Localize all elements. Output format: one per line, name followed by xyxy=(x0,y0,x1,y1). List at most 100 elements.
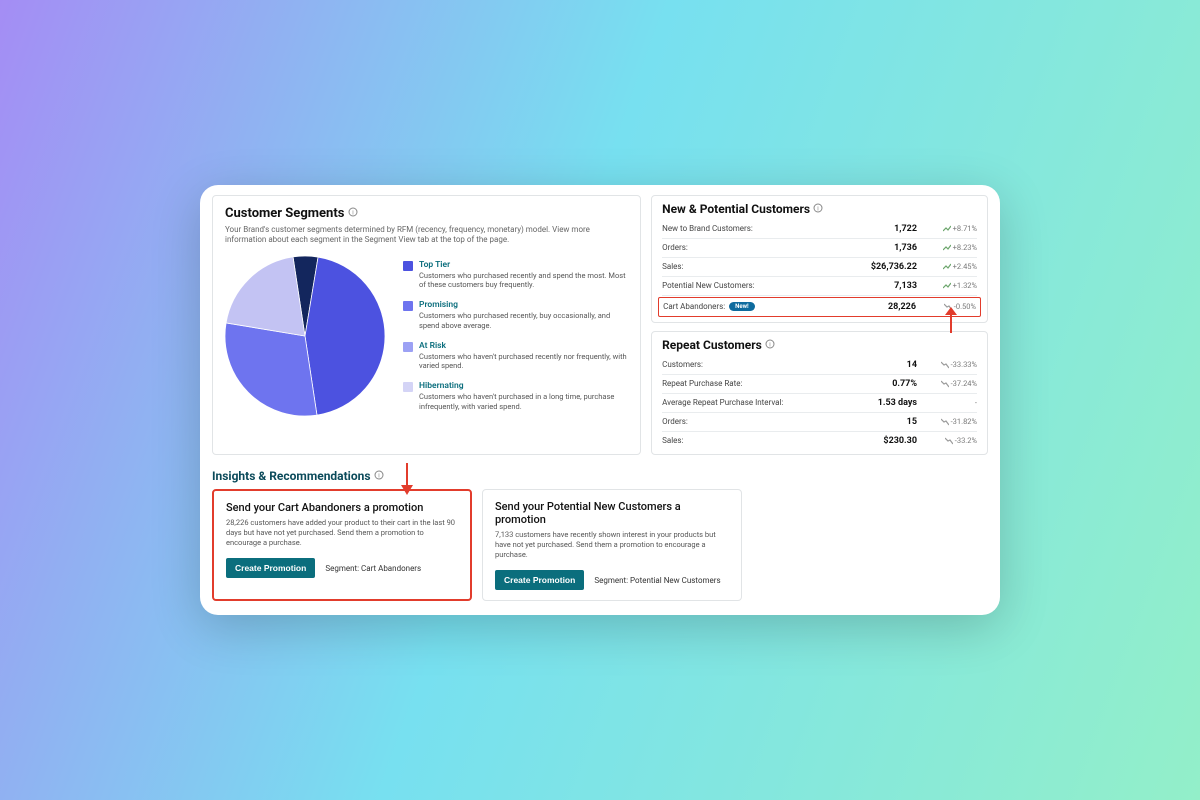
stat-delta-text: -0.50% xyxy=(954,302,976,311)
legend-swatch xyxy=(403,261,413,271)
stat-label: Sales: xyxy=(662,436,683,445)
stat-delta: +8.71% xyxy=(931,224,977,233)
stat-row: Orders: 15 -31.82% xyxy=(662,413,977,432)
insight-card: Send your Cart Abandoners a promotion 28… xyxy=(212,489,472,601)
stat-row: Average Repeat Purchase Interval: 1.53 d… xyxy=(662,394,977,413)
segment-link[interactable]: Segment: Potential New Customers xyxy=(594,576,720,585)
new-customers-card: New & Potential Customers i New to Brand… xyxy=(651,195,988,323)
stat-delta-text: -33.2% xyxy=(955,436,977,445)
stat-delta: +1.32% xyxy=(931,281,977,290)
segments-pie-chart xyxy=(225,256,385,416)
insight-title: Send your Cart Abandoners a promotion xyxy=(226,501,458,514)
stat-row: Orders: 1,736 +8.23% xyxy=(662,239,977,258)
stat-label: Orders: xyxy=(662,243,688,252)
insight-desc: 7,133 customers have recently shown inte… xyxy=(495,530,729,560)
stat-delta-text: - xyxy=(975,398,977,407)
stat-label: Cart Abandoners: New! xyxy=(663,302,755,311)
insights-heading: Insights & Recommendations i xyxy=(212,469,988,483)
stat-delta-text: +2.45% xyxy=(953,262,977,271)
repeat-customers-title: Repeat Customers xyxy=(662,338,762,352)
stat-delta: -37.24% xyxy=(931,379,977,388)
pie-slice-at-risk[interactable] xyxy=(225,323,317,416)
stat-row: Potential New Customers: 7,133 +1.32% xyxy=(662,277,977,296)
legend-swatch xyxy=(403,382,413,392)
stat-delta-text: -37.24% xyxy=(951,379,977,388)
segments-description: Your Brand's customer segments determine… xyxy=(225,225,628,246)
stat-label: Repeat Purchase Rate: xyxy=(662,379,742,388)
stat-label: Orders: xyxy=(662,417,688,426)
create-promotion-button[interactable]: Create Promotion xyxy=(495,570,584,590)
new-customers-title: New & Potential Customers xyxy=(662,202,810,216)
stat-delta: -31.82% xyxy=(931,417,977,426)
stat-value: 1.53 days xyxy=(878,398,931,408)
legend-name: Promising xyxy=(419,300,628,310)
insight-desc: 28,226 customers have added your product… xyxy=(226,518,458,548)
stat-delta-text: +8.71% xyxy=(953,224,977,233)
stat-label-text: Sales: xyxy=(662,436,683,445)
legend-swatch xyxy=(403,342,413,352)
stat-delta: -33.2% xyxy=(931,436,977,445)
stat-delta: +2.45% xyxy=(931,262,977,271)
legend-name: Hibernating xyxy=(419,381,628,391)
stat-label-text: Customers: xyxy=(662,360,703,369)
info-icon[interactable]: i xyxy=(813,203,823,213)
stat-label-text: Orders: xyxy=(662,417,688,426)
stats-column: New & Potential Customers i New to Brand… xyxy=(651,195,988,455)
create-promotion-button[interactable]: Create Promotion xyxy=(226,558,315,578)
insight-title: Send your Potential New Customers a prom… xyxy=(495,500,729,526)
stat-label-text: Cart Abandoners: xyxy=(663,302,725,311)
new-badge: New! xyxy=(729,302,755,311)
stat-label: Sales: xyxy=(662,262,683,271)
pie-slice-hibernating[interactable] xyxy=(226,256,305,335)
stat-row: Sales: $230.30 -33.2% xyxy=(662,432,977,450)
info-icon[interactable]: i xyxy=(374,470,384,480)
legend-item-at-risk[interactable]: At Risk Customers who haven't purchased … xyxy=(403,341,628,372)
dashboard: Customer Segments i Your Brand's custome… xyxy=(200,185,1000,615)
stat-value: 1,722 xyxy=(894,224,931,234)
stat-value: 1,736 xyxy=(894,243,931,253)
stat-label-text: Potential New Customers: xyxy=(662,281,755,290)
legend-desc: Customers who purchased recently and spe… xyxy=(419,271,628,291)
stat-label-text: Sales: xyxy=(662,262,683,271)
stat-value: 0.77% xyxy=(892,379,931,389)
stat-value: 15 xyxy=(907,417,931,427)
stat-row: Repeat Purchase Rate: 0.77% -37.24% xyxy=(662,375,977,394)
legend-item-hibernating[interactable]: Hibernating Customers who haven't purcha… xyxy=(403,381,628,412)
stat-label-text: Orders: xyxy=(662,243,688,252)
insights-title-text: Insights & Recommendations xyxy=(212,469,371,483)
stat-delta: -0.50% xyxy=(930,302,976,311)
stat-row: New to Brand Customers: 1,722 +8.71% xyxy=(662,220,977,239)
legend-item-top-tier[interactable]: Top Tier Customers who purchased recentl… xyxy=(403,260,628,291)
stat-delta-text: -33.33% xyxy=(951,360,977,369)
stat-row: Cart Abandoners: New! 28,226 -0.50% xyxy=(658,297,981,317)
legend-name: Top Tier xyxy=(419,260,628,270)
stat-delta: -33.33% xyxy=(931,360,977,369)
stat-delta-text: +8.23% xyxy=(953,243,977,252)
stat-value: 28,226 xyxy=(888,302,930,312)
insights-row: Send your Cart Abandoners a promotion 28… xyxy=(212,489,988,601)
stat-label: Average Repeat Purchase Interval: xyxy=(662,398,783,407)
stat-delta: +8.23% xyxy=(931,243,977,252)
insight-card: Send your Potential New Customers a prom… xyxy=(482,489,742,601)
stat-value: 7,133 xyxy=(894,281,931,291)
stat-label: Potential New Customers: xyxy=(662,281,755,290)
stat-label: Customers: xyxy=(662,360,703,369)
legend-desc: Customers who haven't purchased recently… xyxy=(419,352,628,372)
legend-swatch xyxy=(403,301,413,311)
customer-segments-card: Customer Segments i Your Brand's custome… xyxy=(212,195,641,455)
pie-slice-promising[interactable] xyxy=(305,257,385,415)
segments-legend: Top Tier Customers who purchased recentl… xyxy=(403,260,628,412)
stat-row: Sales: $26,736.22 +2.45% xyxy=(662,258,977,277)
stat-value: $26,736.22 xyxy=(871,262,931,272)
stat-value: $230.30 xyxy=(883,436,931,446)
stat-label: New to Brand Customers: xyxy=(662,224,753,233)
legend-desc: Customers who haven't purchased in a lon… xyxy=(419,392,628,412)
legend-item-promising[interactable]: Promising Customers who purchased recent… xyxy=(403,300,628,331)
segments-title-text: Customer Segments xyxy=(225,206,344,221)
repeat-customers-card: Repeat Customers i Customers: 14 -33.33%… xyxy=(651,331,988,455)
stat-label-text: Average Repeat Purchase Interval: xyxy=(662,398,783,407)
segment-link[interactable]: Segment: Cart Abandoners xyxy=(325,564,421,573)
info-icon[interactable]: i xyxy=(348,207,358,217)
stat-delta-text: +1.32% xyxy=(953,281,977,290)
info-icon[interactable]: i xyxy=(765,339,775,349)
